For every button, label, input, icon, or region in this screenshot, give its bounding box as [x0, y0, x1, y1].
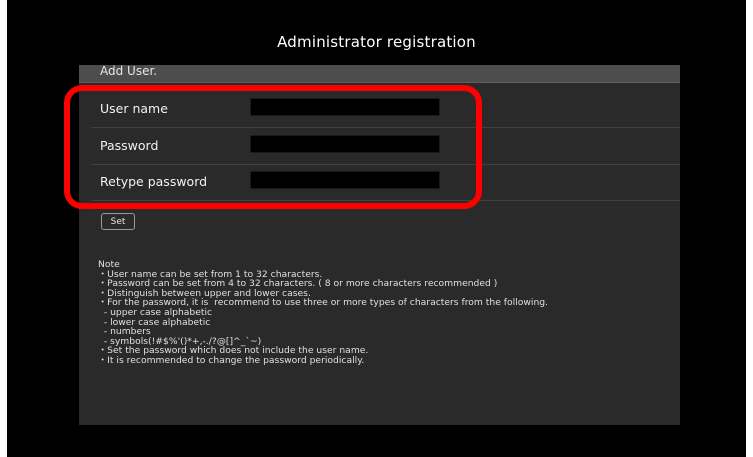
notes-section: Note ・User name can be set from 1 to 32 … — [98, 260, 673, 366]
page-title: Administrator registration — [277, 33, 476, 51]
note-line: ・It is recommended to change the passwor… — [98, 354, 365, 366]
note-line: - lower case alphabetic — [98, 316, 211, 328]
highlight-annotation — [64, 85, 482, 209]
section-header: Add User. — [79, 64, 680, 83]
set-button[interactable]: Set — [101, 213, 135, 230]
section-header-label: Add User. — [100, 64, 158, 78]
